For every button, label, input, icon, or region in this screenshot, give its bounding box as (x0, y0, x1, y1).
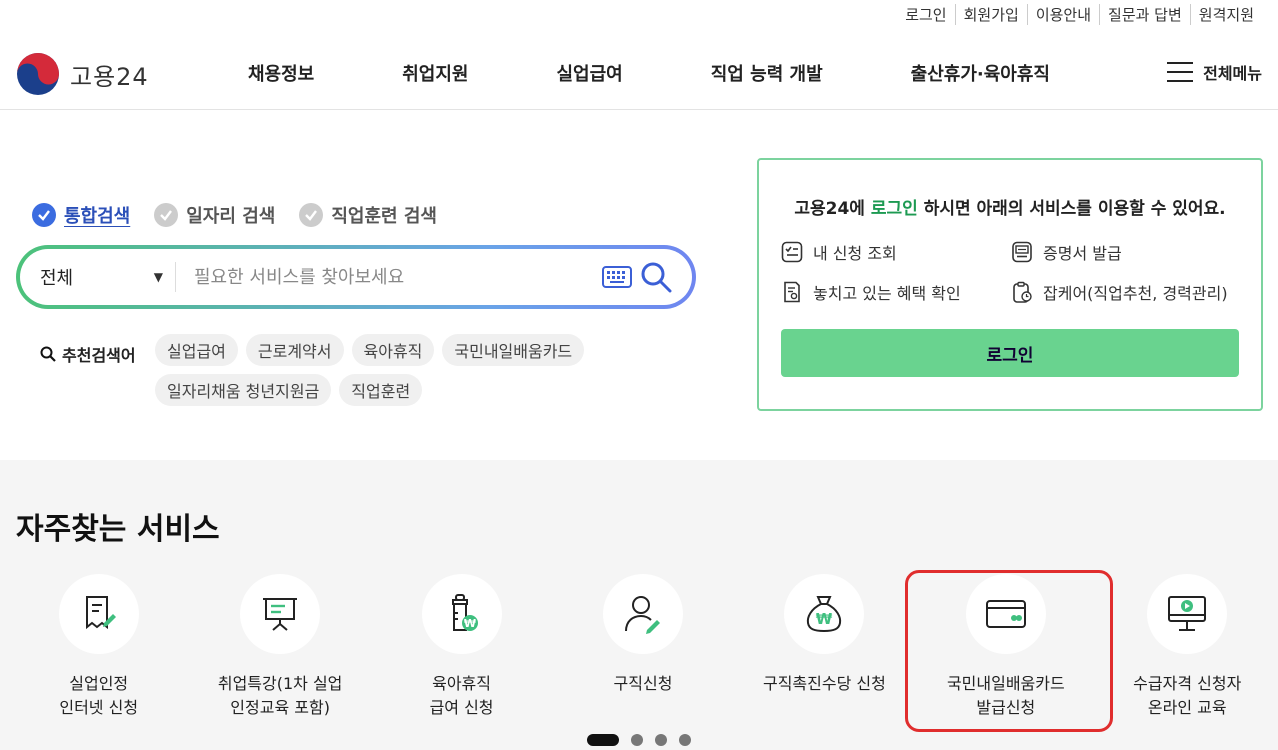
service-icon-circle (240, 574, 321, 654)
missed-benefits-item[interactable]: 놓치고 있는 혜택 확인 (781, 280, 1011, 304)
presentation-board-icon (263, 598, 298, 631)
keyword-chip[interactable]: 실업급여 (155, 334, 238, 366)
document-pen-icon (85, 596, 116, 630)
service-icon-circle: ₩ (421, 574, 502, 654)
search-tabs: 통합검색 일자리 검색 직업훈련 검색 (32, 202, 461, 228)
search-input[interactable] (176, 257, 602, 297)
all-menu-label: 전체메뉴 (1203, 64, 1262, 83)
tab-integrated-search[interactable]: 통합검색 (32, 202, 130, 228)
nav-item-vocational-training[interactable]: 직업 능력 개발 (711, 60, 823, 86)
section-title: 자주찾는 서비스 (16, 512, 220, 547)
money-bag-icon: ₩ (807, 596, 842, 633)
guide-link[interactable]: 이용안내 (1026, 3, 1099, 25)
all-menu-button[interactable]: 전체메뉴 (1167, 60, 1262, 84)
logo-text: 고용24 (70, 62, 149, 91)
checklist-icon (781, 241, 803, 263)
carousel-pagination (587, 734, 703, 746)
pagination-dot-active[interactable] (587, 734, 619, 746)
service-icon-circle (1147, 574, 1228, 654)
certificate-icon (1012, 241, 1032, 263)
keyword-chip[interactable]: 직업훈련 (339, 374, 423, 406)
service-icon-circle: ₩ (784, 574, 865, 654)
service-item-job-seeking[interactable]: 구직신청 (552, 574, 733, 720)
won-symbol: ₩ (816, 610, 833, 628)
keyword-chip[interactable]: 국민내일배움카드 (442, 334, 585, 366)
service-item-job-lecture[interactable]: 취업특강(1차 실업 인정교육 포함) (189, 574, 370, 720)
scope-value: 전체 (40, 268, 74, 289)
keyword-chip[interactable]: 근로계약서 (245, 334, 344, 366)
keyword-chip[interactable]: 육아휴직 (351, 334, 435, 366)
tab-job-search[interactable]: 일자리 검색 (154, 202, 275, 228)
check-icon (299, 203, 324, 227)
pagination-dot[interactable] (655, 734, 667, 746)
service-icon-circle (58, 574, 139, 654)
certificate-item[interactable]: 증명서 발급 (1011, 240, 1241, 264)
nav-item-unemployment-benefit[interactable]: 실업급여 (557, 60, 623, 86)
baby-bottle-won-icon: ₩ (451, 594, 478, 631)
utility-nav: 로그인 회원가입 이용안내 질문과 답변 원격지원 (897, 0, 1262, 28)
main-nav: 채용정보 취업지원 실업급여 직업 능력 개발 출산휴가·육아휴직 (204, 38, 1094, 108)
search-inner: 전체 ▼ (20, 249, 692, 305)
taegeuk-logo-icon (17, 53, 59, 95)
remote-support-link[interactable]: 원격지원 (1189, 3, 1262, 25)
login-link[interactable]: 로그인 (897, 4, 954, 25)
signup-link[interactable]: 회원가입 (954, 3, 1027, 25)
service-icon-circle (965, 574, 1046, 654)
service-name: 취업특강(1차 실업 인정교육 포함) (217, 674, 343, 717)
search-icon[interactable] (640, 261, 672, 293)
won-symbol: ₩ (463, 617, 475, 630)
service-name: 수급자격 신청자 온라인 교육 (1133, 674, 1242, 717)
login-panel: 고용24에 로그인 하시면 아래의 서비스를 이용할 수 있어요. 내 신청 조… (757, 158, 1263, 411)
service-icon-circle (602, 574, 683, 654)
tab-training-search[interactable]: 직업훈련 검색 (299, 202, 437, 228)
document-search-icon (784, 281, 800, 303)
logo[interactable]: 고용24 (16, 52, 149, 96)
service-name: 국민내일배움카드 발급신청 (946, 674, 1065, 717)
recommend-title: 추천검색어 (40, 342, 136, 366)
service-item-online-education[interactable]: 수급자격 신청자 온라인 교육 (1097, 574, 1278, 720)
card-icon (985, 600, 1026, 628)
monitor-play-icon (1168, 596, 1207, 631)
keyword-chip[interactable]: 일자리채움 청년지원금 (155, 374, 332, 406)
service-name: 육아휴직 급여 신청 (429, 674, 494, 717)
jobcare-item[interactable]: 잡케어(직업추천, 경력관리) (1011, 280, 1241, 304)
keyword-chips: 실업급여 근로계약서 육아휴직 국민내일배움카드 일자리채움 청년지원금 직업훈… (155, 334, 675, 414)
nav-item-employment-support[interactable]: 취업지원 (402, 60, 468, 86)
login-message: 고용24에 로그인 하시면 아래의 서비스를 이용할 수 있어요. (794, 199, 1226, 219)
login-service-list: 내 신청 조회 증명서 발급 놓치고 있는 혜택 확인 잡케어(직업추천, 경력… (781, 240, 1241, 304)
check-icon (32, 203, 56, 227)
tab-label: 직업훈련 검색 (331, 206, 437, 227)
keyboard-icon[interactable] (602, 266, 632, 288)
caret-down-icon: ▼ (153, 270, 163, 284)
nav-item-parental-leave[interactable]: 출산휴가·육아휴직 (911, 60, 1050, 86)
tab-label: 통합검색 (64, 206, 131, 227)
header: 고용24 채용정보 취업지원 실업급여 직업 능력 개발 출산휴가·육아휴직 전… (0, 38, 1278, 110)
magnifier-icon (40, 346, 56, 362)
clipboard-clock-icon (1013, 281, 1032, 303)
search-scope-select[interactable]: 전체 ▼ (20, 262, 176, 292)
service-item-unemployment-certification[interactable]: 실업인정 인터넷 신청 (8, 574, 189, 720)
login-text-link[interactable]: 로그인 (871, 199, 918, 219)
person-pen-icon (624, 596, 660, 634)
my-application-item[interactable]: 내 신청 조회 (781, 240, 1011, 264)
login-button[interactable]: 로그인 (781, 329, 1239, 377)
service-list: 실업인정 인터넷 신청 취업특강(1차 실업 인정교육 포함) ₩ 육아휴직 급… (8, 570, 1278, 732)
service-name: 구직신청 (613, 674, 673, 693)
search-box: 전체 ▼ (16, 245, 696, 309)
qna-link[interactable]: 질문과 답변 (1099, 3, 1190, 25)
service-name: 구직촉진수당 신청 (762, 674, 886, 693)
hamburger-icon (1167, 62, 1194, 82)
nav-item-jobs[interactable]: 채용정보 (248, 60, 314, 86)
tab-label: 일자리 검색 (186, 206, 276, 227)
pagination-dot[interactable] (679, 734, 691, 746)
service-item-job-promotion-allowance[interactable]: ₩ 구직촉진수당 신청 (734, 574, 915, 720)
service-name: 실업인정 인터넷 신청 (59, 674, 139, 717)
pagination-dot[interactable] (631, 734, 643, 746)
service-item-parental-leave-benefit[interactable]: ₩ 육아휴직 급여 신청 (371, 574, 552, 720)
frequent-services-section: 자주찾는 서비스 실업인정 인터넷 신청 취업특강(1차 실업 인정교육 포함)… (0, 460, 1278, 750)
check-icon (154, 203, 179, 227)
service-item-learning-card[interactable]: 국민내일배움카드 발급신청 (905, 570, 1114, 732)
